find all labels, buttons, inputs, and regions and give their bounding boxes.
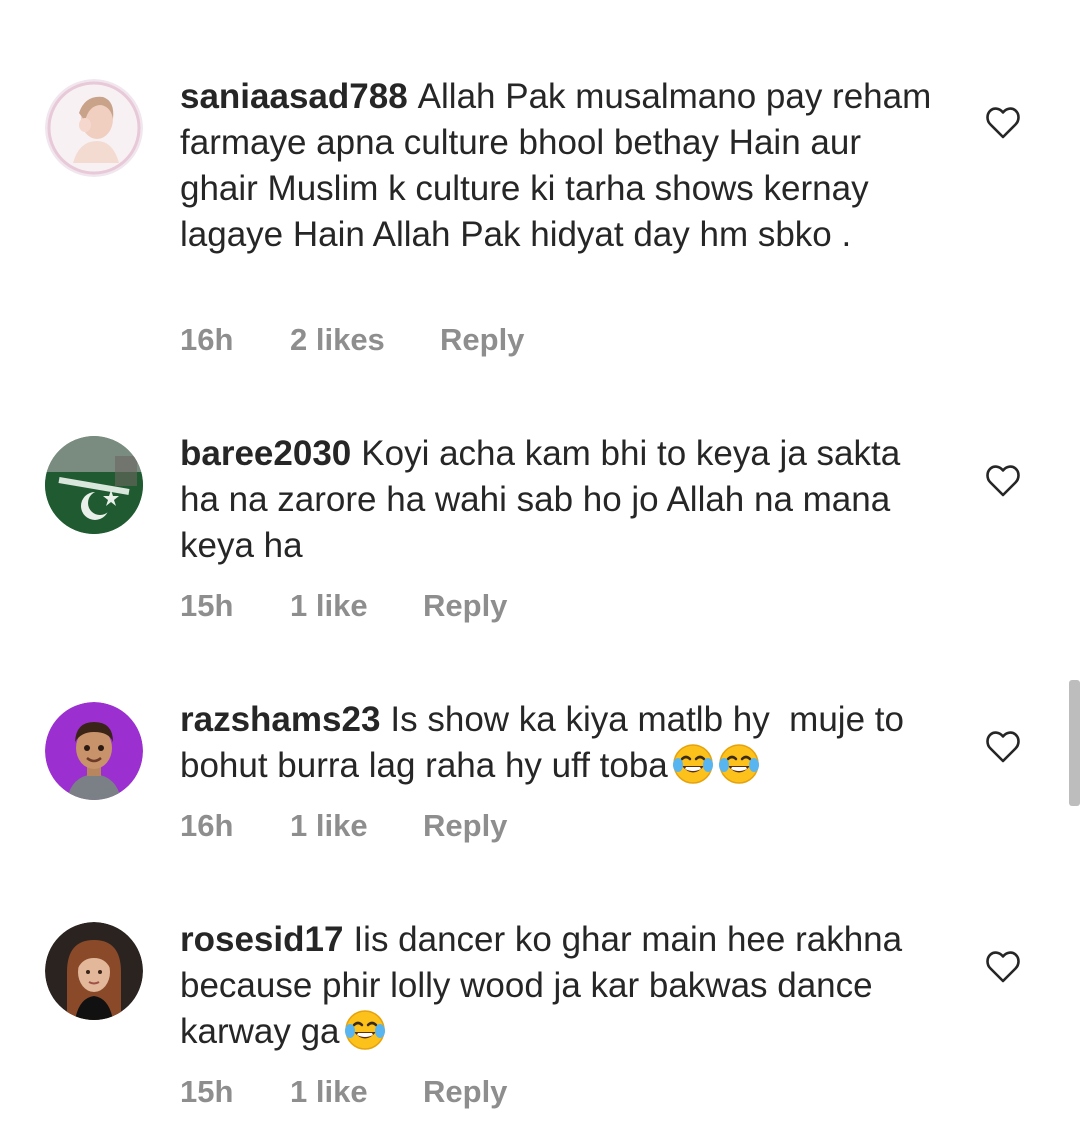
reply-button[interactable]: Reply xyxy=(423,1074,507,1110)
comment-username[interactable]: saniaasad788 xyxy=(180,77,408,116)
avatar[interactable] xyxy=(45,79,143,177)
comment-meta: 15h 1 like Reply xyxy=(180,1074,507,1110)
reply-button[interactable]: Reply xyxy=(423,588,507,624)
comment-username[interactable]: razshams23 xyxy=(180,700,380,739)
heart-outline-icon[interactable] xyxy=(985,106,1021,140)
comment-body: razshams23 Is show ka kiya matlb hy muje … xyxy=(180,697,940,789)
comment-body: rosesid17 Iis dancer ko ghar main hee rak… xyxy=(180,917,940,1055)
comment-meta: 16h 2 likes Reply xyxy=(180,322,524,358)
avatar[interactable] xyxy=(45,436,143,534)
heart-outline-icon[interactable] xyxy=(985,950,1021,984)
comment-likes[interactable]: 2 likes xyxy=(290,322,440,358)
face-with-tears-of-joy-emoji xyxy=(344,1010,385,1050)
comment-body: saniaasad788 Allah Pak musalmano pay reha… xyxy=(180,74,940,258)
heart-outline-icon[interactable] xyxy=(985,464,1021,498)
comment-time[interactable]: 16h xyxy=(180,808,290,844)
comment-time[interactable]: 15h xyxy=(180,588,290,624)
comments-list: saniaasad788 Allah Pak musalmano pay reha… xyxy=(0,0,1080,1136)
avatar[interactable] xyxy=(45,702,143,800)
comment-meta: 15h 1 like Reply xyxy=(180,588,507,624)
comment-meta: 16h 1 like Reply xyxy=(180,808,507,844)
face-with-tears-of-joy-emoji xyxy=(718,744,759,784)
comment-username[interactable]: baree2030 xyxy=(180,434,351,473)
heart-outline-icon[interactable] xyxy=(985,730,1021,764)
comment-time[interactable]: 16h xyxy=(180,322,290,358)
comment-time[interactable]: 15h xyxy=(180,1074,290,1110)
reply-button[interactable]: Reply xyxy=(423,808,507,844)
reply-button[interactable]: Reply xyxy=(440,322,524,358)
comment-body: baree2030 Koyi acha kam bhi to keya ja sa… xyxy=(180,431,940,569)
avatar[interactable] xyxy=(45,922,143,1020)
comment-likes[interactable]: 1 like xyxy=(290,588,423,624)
comment-username[interactable]: rosesid17 xyxy=(180,920,343,959)
face-with-tears-of-joy-emoji xyxy=(672,744,713,784)
comment-likes[interactable]: 1 like xyxy=(290,808,423,844)
scrollbar-thumb[interactable] xyxy=(1069,680,1080,806)
comment-likes[interactable]: 1 like xyxy=(290,1074,423,1110)
